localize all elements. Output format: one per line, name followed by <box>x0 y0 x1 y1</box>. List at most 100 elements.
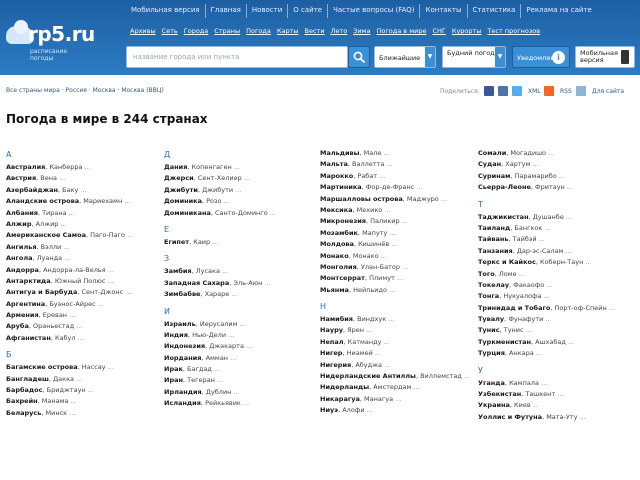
category-nav-item[interactable]: СНГ <box>432 27 445 39</box>
capital-link[interactable]: Маджуро <box>407 195 439 203</box>
capital-link[interactable]: Мата-Уту <box>546 413 577 421</box>
capital-link[interactable]: Катманду <box>348 338 382 346</box>
country-item[interactable]: Зимбабве, Хараре ... <box>164 289 314 300</box>
capital-link[interactable]: Киев <box>514 401 531 409</box>
country-name-link[interactable]: Сьерра-Леоне <box>478 183 531 191</box>
capital-link[interactable]: Факаофо <box>513 281 544 289</box>
capital-link[interactable]: Ашхабад <box>535 338 566 346</box>
country-name-link[interactable]: Албания <box>6 209 38 217</box>
capital-link[interactable]: Вэлли <box>41 243 62 251</box>
country-item[interactable]: Мьянма, Нейпьидо ... <box>320 285 470 296</box>
capital-link[interactable]: Тайбэй <box>513 235 537 243</box>
capital-link[interactable]: Паго-Паго <box>90 231 125 239</box>
country-item[interactable]: Бангладеш, Дакка ... <box>6 374 156 385</box>
country-item[interactable]: Тайвань, Тайбэй ... <box>478 234 628 245</box>
capital-link[interactable]: Валлетта <box>352 160 384 168</box>
capital-link[interactable]: Рейкьявик <box>205 399 241 407</box>
capital-link[interactable]: Нассау <box>82 363 106 371</box>
capital-link[interactable]: Амстердам <box>373 383 411 391</box>
capital-link[interactable]: Буэнос-Айрес <box>49 300 95 308</box>
country-item[interactable]: Андорра, Андорра-ла-Велья ... <box>6 265 156 276</box>
capital-link[interactable]: Мапуту <box>362 229 387 237</box>
country-name-link[interactable]: Туркменистан <box>478 338 531 346</box>
top-nav-item[interactable]: Частые вопросы (FAQ) <box>328 4 421 18</box>
top-nav-item[interactable]: Новости <box>247 4 289 18</box>
country-item[interactable]: Алжир, Алжир ... <box>6 219 156 230</box>
capital-link[interactable]: Бриджтаун <box>47 386 86 394</box>
country-item[interactable]: Ирландия, Дублин ... <box>164 387 314 398</box>
country-item[interactable]: Тувалу, Фунафути ... <box>478 314 628 325</box>
country-name-link[interactable]: Теркс и Кайкос <box>478 258 536 266</box>
country-name-link[interactable]: Антигуа и Барбуда <box>6 288 77 296</box>
capital-link[interactable]: Порт-оф-Спейн <box>554 304 606 312</box>
country-name-link[interactable]: Индия <box>164 331 188 339</box>
country-name-link[interactable]: Таиланд <box>478 224 510 232</box>
capital-link[interactable]: Лусака <box>196 267 220 275</box>
capital-link[interactable]: Кабул <box>55 334 76 342</box>
country-item[interactable]: Джибути, Джибути ... <box>164 185 314 196</box>
country-name-link[interactable]: Азербайджан <box>6 186 58 194</box>
rss-link[interactable]: RSS <box>560 88 572 95</box>
country-item[interactable]: Никарагуа, Манагуа ... <box>320 394 470 405</box>
capital-link[interactable]: Манама <box>42 397 69 405</box>
country-item[interactable]: Ангилья, Вэлли ... <box>6 242 156 253</box>
country-name-link[interactable]: Непал <box>320 338 344 346</box>
country-item[interactable]: Мальдивы, Мале ... <box>320 148 470 159</box>
country-name-link[interactable]: Уоллис и Футуна <box>478 413 542 421</box>
country-item[interactable]: Австралия, Канберра ... <box>6 162 156 173</box>
capital-link[interactable]: Алжир <box>36 220 59 228</box>
country-item[interactable]: Американское Самоа, Паго-Паго ... <box>6 230 156 241</box>
country-item[interactable]: Таджикистан, Душанбе ... <box>478 212 628 223</box>
country-item[interactable]: Индонезия, Джакарта ... <box>164 341 314 352</box>
capital-link[interactable]: Багдад <box>187 365 212 373</box>
country-item[interactable]: Доминика, Розо ... <box>164 196 314 207</box>
top-nav-item[interactable]: Контакты <box>420 4 468 18</box>
country-name-link[interactable]: Молдова <box>320 240 354 248</box>
facebook-icon[interactable] <box>484 86 494 96</box>
country-item[interactable]: Барбадос, Бриджтаун ... <box>6 385 156 396</box>
country-name-link[interactable]: Нигерия <box>320 361 351 369</box>
country-name-link[interactable]: Мальдивы <box>320 149 360 157</box>
capital-link[interactable]: Дар-эс-Салам <box>517 247 564 255</box>
country-name-link[interactable]: Науру <box>320 326 343 334</box>
capital-link[interactable]: Кишинёв <box>358 240 389 248</box>
country-name-link[interactable]: Беларусь <box>6 409 41 417</box>
capital-link[interactable]: Коберн-Таун <box>540 258 583 266</box>
capital-link[interactable]: Рабат <box>357 172 377 180</box>
country-name-link[interactable]: Западная Сахара <box>164 279 229 287</box>
country-item[interactable]: Уоллис и Футуна, Мата-Уту ... <box>478 412 628 423</box>
country-name-link[interactable]: Аргентина <box>6 300 45 308</box>
country-name-link[interactable]: Тринидад и Тобаго <box>478 304 550 312</box>
capital-link[interactable]: Виндхук <box>357 315 386 323</box>
capital-link[interactable]: Джибути <box>202 186 233 194</box>
country-item[interactable]: Непал, Катманду ... <box>320 337 470 348</box>
country-name-link[interactable]: Мартиника <box>320 183 362 191</box>
country-name-link[interactable]: Джибути <box>164 186 198 194</box>
country-name-link[interactable]: Нидерланды <box>320 383 369 391</box>
capital-link[interactable]: Ташкент <box>525 390 555 398</box>
country-item[interactable]: Марокко, Рабат ... <box>320 171 470 182</box>
country-name-link[interactable]: Ниуэ <box>320 406 338 414</box>
category-nav-item[interactable]: Погода в мире <box>377 27 427 39</box>
country-item[interactable]: Армения, Ереван ... <box>6 310 156 321</box>
widget-link[interactable]: Для сайта <box>592 88 624 95</box>
country-item[interactable]: Турция, Анкара ... <box>478 348 628 359</box>
country-item[interactable]: Доминикана, Санто-Доминго ... <box>164 208 314 219</box>
country-name-link[interactable]: Алжир <box>6 220 31 228</box>
country-name-link[interactable]: Тувалу <box>478 315 504 323</box>
country-name-link[interactable]: Джерси <box>164 174 194 182</box>
capital-link[interactable]: Дублин <box>206 388 232 396</box>
country-name-link[interactable]: Тунис <box>478 326 500 334</box>
widget-icon[interactable] <box>576 86 586 96</box>
country-name-link[interactable]: Ангилья <box>6 243 37 251</box>
capital-link[interactable]: Манагуа <box>364 395 393 403</box>
capital-link[interactable]: Нью-Дели <box>192 331 226 339</box>
country-name-link[interactable]: Украина <box>478 401 510 409</box>
capital-link[interactable]: Могадишо <box>510 149 546 157</box>
search-button[interactable] <box>348 46 370 68</box>
country-item[interactable]: Иран, Тегеран ... <box>164 375 314 386</box>
country-name-link[interactable]: Австралия <box>6 163 45 171</box>
country-item[interactable]: Монако, Монако ... <box>320 251 470 262</box>
country-item[interactable]: Туркменистан, Ашхабад ... <box>478 337 628 348</box>
country-item[interactable]: Австрия, Вена ... <box>6 173 156 184</box>
